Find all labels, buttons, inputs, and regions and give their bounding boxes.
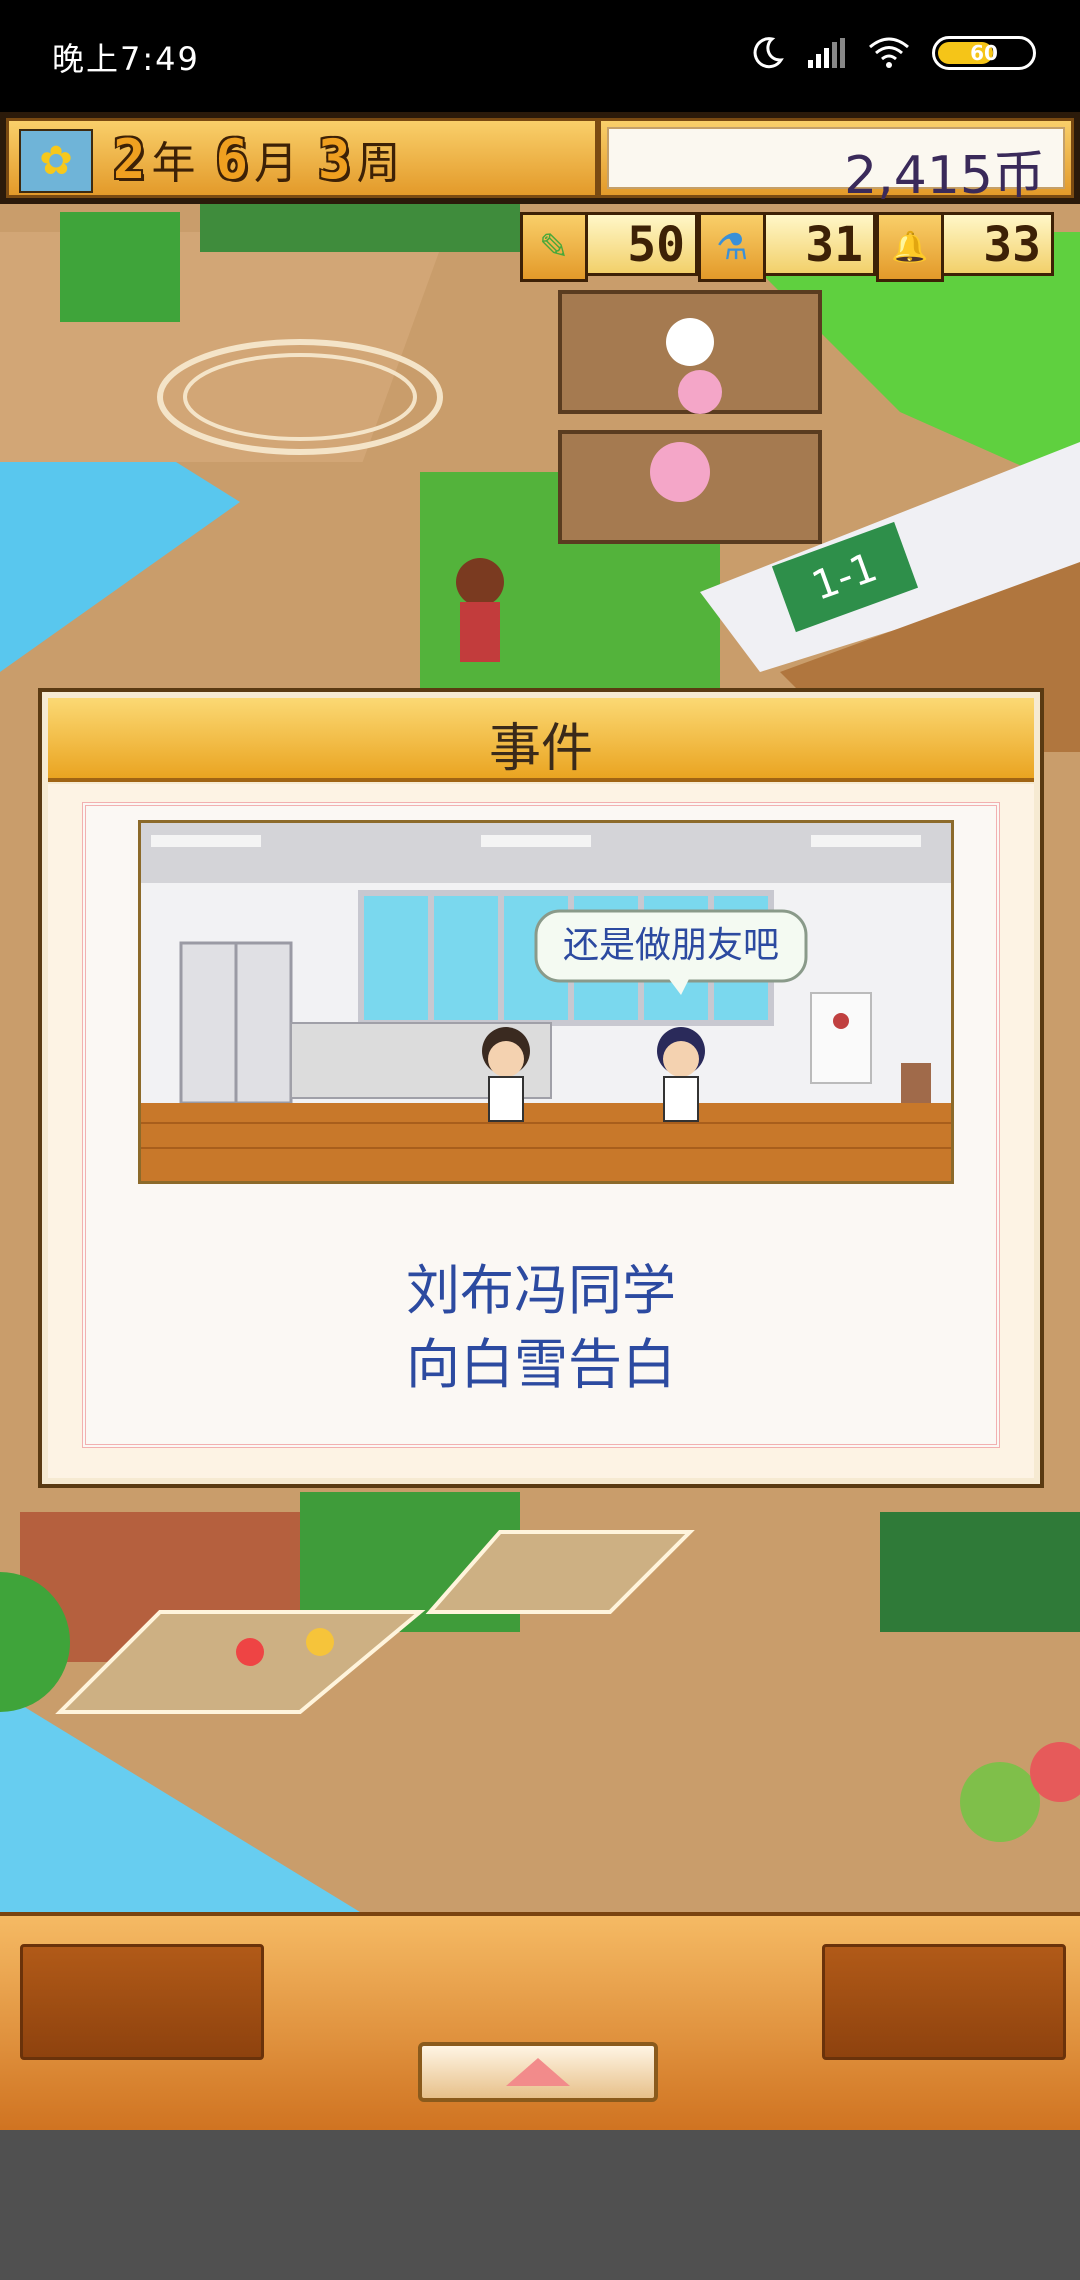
sunflower-icon: ✿ xyxy=(19,129,93,193)
event-dialog[interactable]: 事件 还是做朋友吧 刘布冯同学 向白雪告白 xyxy=(38,688,1044,1488)
right-panel-button[interactable] xyxy=(822,1944,1066,2060)
signal-icon xyxy=(808,38,845,68)
event-message-line2: 向白雪告白 xyxy=(406,1333,676,1396)
money-panel: 2,415币 xyxy=(598,118,1074,206)
money-value: 2,415币 xyxy=(844,146,1045,206)
stat-study-value: 50 xyxy=(588,212,698,276)
wifi-icon xyxy=(869,37,909,68)
left-panel-button[interactable] xyxy=(20,1944,264,2060)
dialog-header: 事件 xyxy=(48,698,1034,782)
arrow-up-icon xyxy=(506,2058,570,2086)
year-unit: 年 xyxy=(151,138,196,189)
month-unit: 月 xyxy=(254,138,299,189)
dialog-title: 事件 xyxy=(488,719,593,779)
battery-icon: 60 xyxy=(932,36,1036,70)
moon-icon xyxy=(753,37,784,69)
event-illustration: 还是做朋友吧 xyxy=(138,820,954,1184)
status-icons: 60 xyxy=(750,36,1036,70)
stat-culture-value: 33 xyxy=(944,212,1054,276)
bottom-bar xyxy=(0,1912,1080,2134)
event-message-line1: 刘布冯同学 xyxy=(406,1259,676,1322)
status-bar: 晚上7:49 60 xyxy=(0,0,1080,112)
year-value: 2 xyxy=(113,127,146,191)
status-time: 晚上7:49 xyxy=(52,40,200,78)
bell-icon: 🔔 xyxy=(876,212,944,282)
month-value: 6 xyxy=(215,127,249,191)
flask-icon: ⚗ xyxy=(698,212,766,282)
speech-bubble-text: 还是做朋友吧 xyxy=(563,925,779,966)
week-value: 3 xyxy=(318,127,351,191)
event-message: 刘布冯同学 向白雪告白 xyxy=(42,1254,1040,1402)
expand-menu-button[interactable] xyxy=(418,2042,658,2102)
stat-science-value: 31 xyxy=(766,212,876,276)
classroom-scene: 还是做朋友吧 xyxy=(141,823,951,1181)
stats-bar: ✎ 50 ⚗ 31 🔔 33 xyxy=(520,212,1054,286)
system-nav-area xyxy=(0,2130,1080,2280)
pencil-icon: ✎ xyxy=(520,212,588,282)
date-panel: ✿ 2 年 6 月 3 周 xyxy=(6,118,598,198)
date-row: 2 年 6 月 3 周 xyxy=(113,127,415,191)
week-unit: 周 xyxy=(356,138,401,189)
money-box: 2,415币 xyxy=(607,127,1065,206)
battery-level: 60 xyxy=(970,41,998,65)
